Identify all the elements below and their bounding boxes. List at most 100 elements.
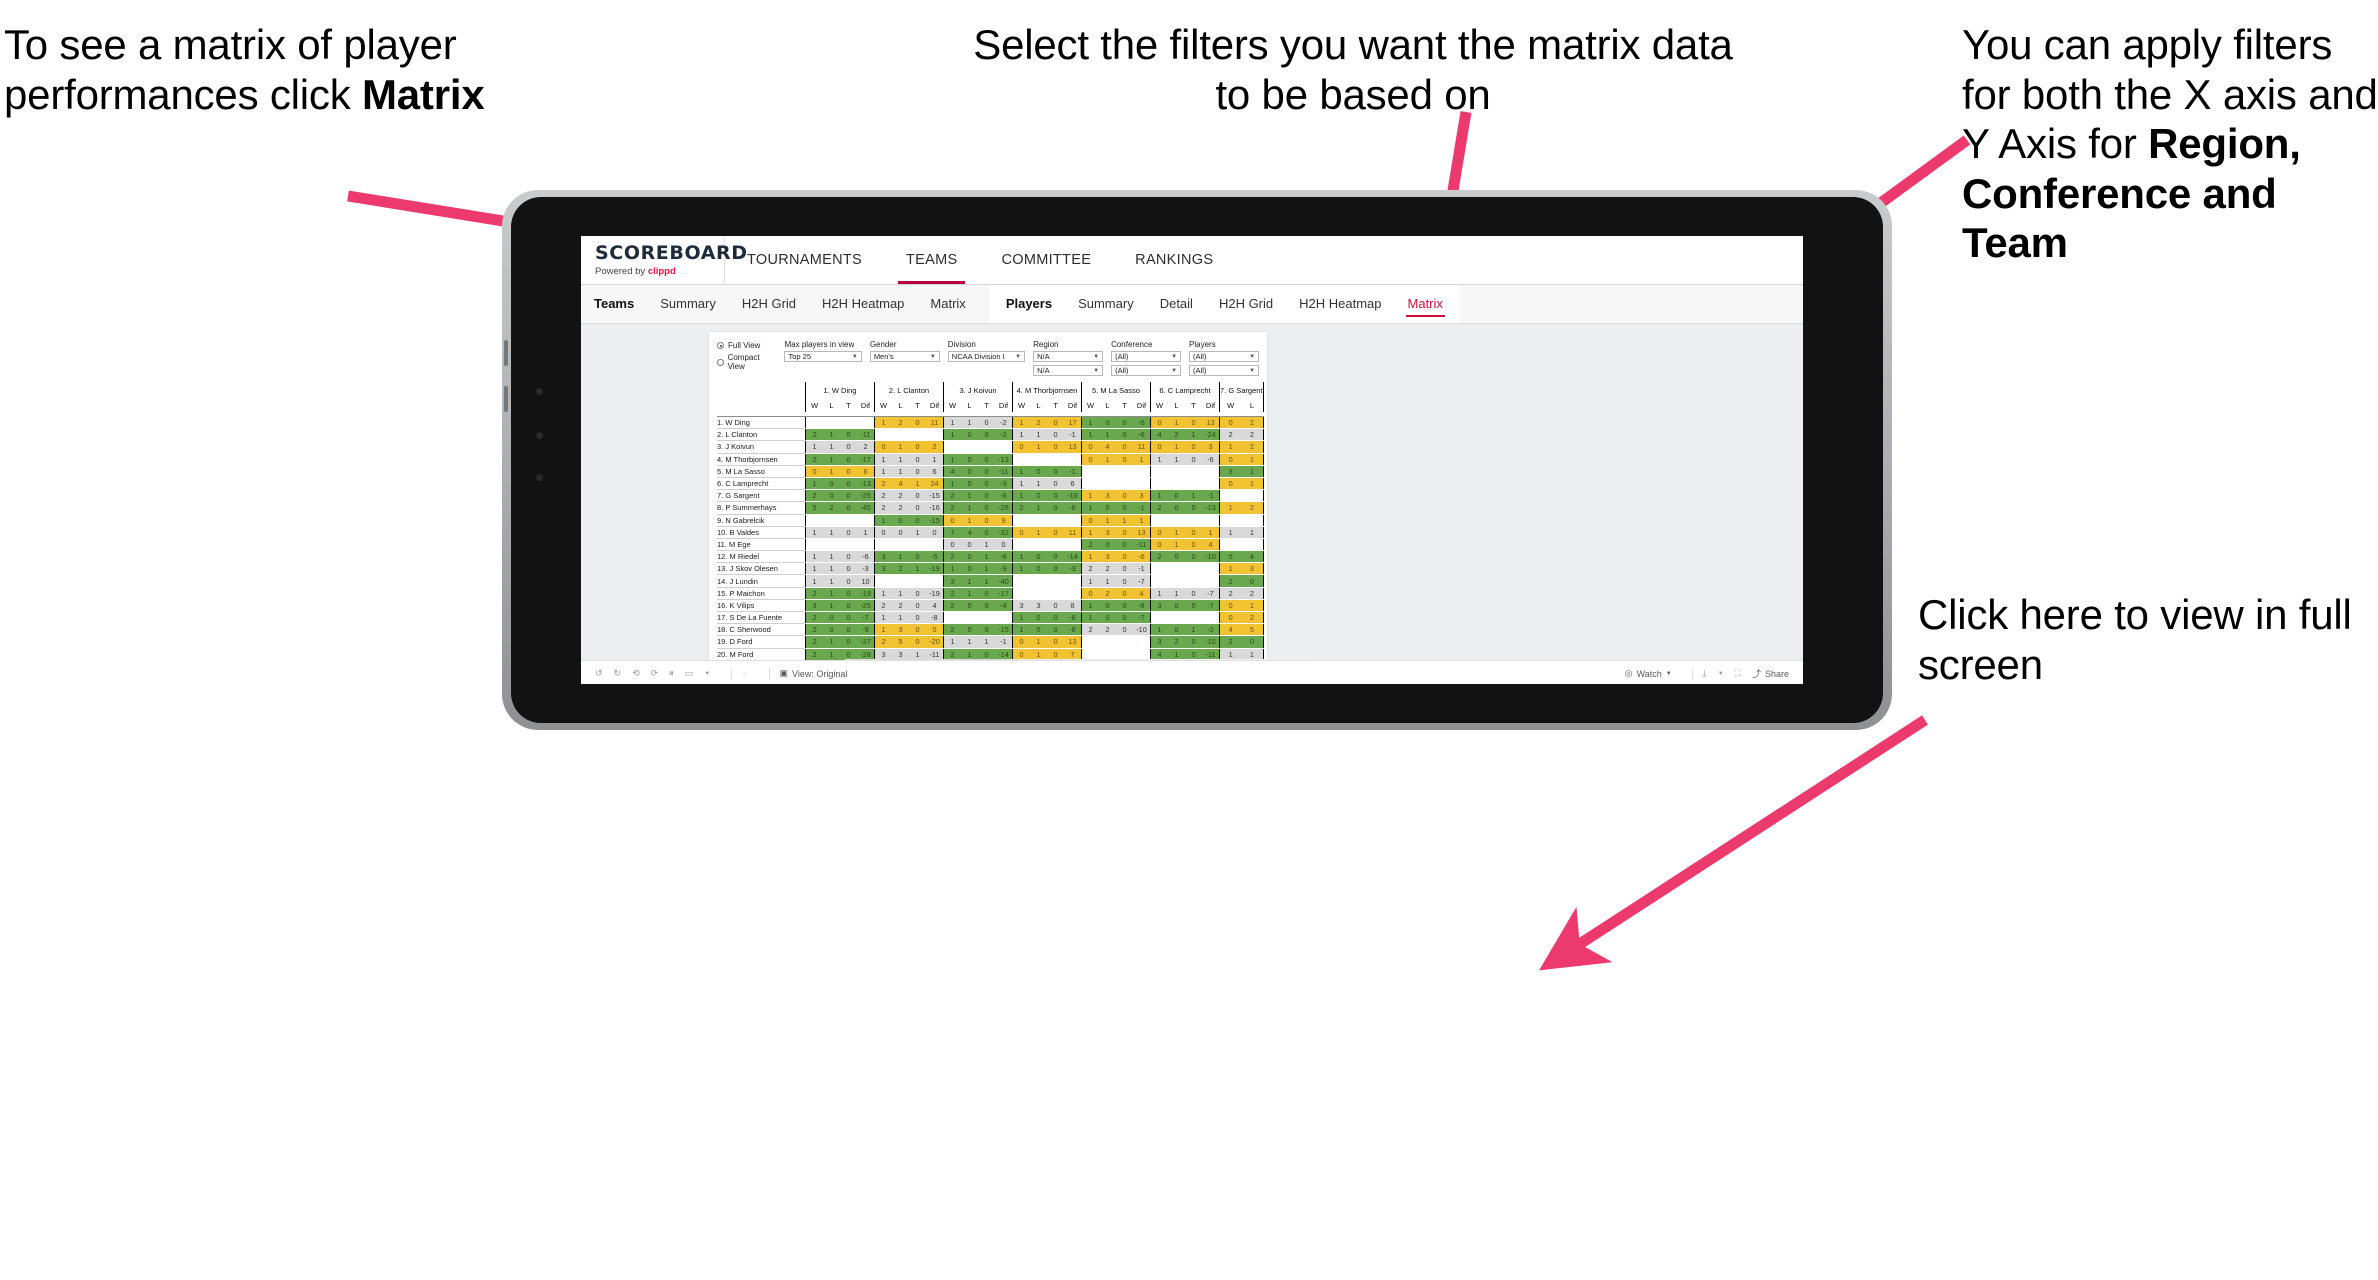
matrix-cell[interactable] [805, 538, 823, 552]
matrix-cell[interactable]: 0 [1150, 440, 1168, 454]
matrix-cell[interactable]: 0 [1185, 587, 1202, 600]
matrix-cell[interactable]: 0 [1081, 453, 1099, 466]
matrix-cell[interactable]: 2 [943, 501, 961, 515]
matrix-cell[interactable]: 1 [1030, 440, 1047, 454]
matrix-cell[interactable]: 3 [892, 623, 909, 637]
matrix-cell[interactable]: 0 [1219, 599, 1242, 613]
matrix-cell[interactable] [1219, 538, 1242, 552]
nav-tournaments[interactable]: TOURNAMENTS [725, 236, 884, 284]
matrix-cell[interactable]: 1 [1150, 587, 1168, 600]
matrix-cell[interactable]: -25 [857, 599, 875, 613]
matrix-cell[interactable]: 1 [1099, 574, 1116, 588]
matrix-cell[interactable]: -27 [857, 635, 875, 649]
matrix-cell[interactable] [1168, 477, 1185, 491]
matrix-cell[interactable]: 0 [1116, 574, 1133, 588]
matrix-cell[interactable]: 0 [823, 623, 840, 637]
matrix-cell[interactable]: 1 [1099, 514, 1116, 527]
matrix-cell[interactable] [1064, 453, 1082, 466]
matrix-cell[interactable] [1081, 477, 1099, 491]
matrix-cell[interactable]: 0 [978, 514, 995, 527]
matrix-cell[interactable]: 0 [1047, 477, 1064, 491]
matrix-cell[interactable]: 1 [1012, 465, 1030, 478]
matrix-cell[interactable] [1219, 514, 1242, 527]
matrix-cell[interactable] [840, 416, 857, 430]
matrix-cell[interactable]: 11 [1064, 526, 1082, 539]
matrix-cell[interactable]: 0 [1047, 489, 1064, 503]
matrix-cell[interactable] [1012, 587, 1030, 600]
matrix-cell[interactable]: 6 [857, 465, 875, 478]
view-original-control[interactable]: ▣ View: Original [780, 668, 848, 679]
matrix-cell[interactable]: 1 [892, 453, 909, 466]
matrix-cell[interactable]: -3 [1064, 562, 1082, 576]
matrix-cell[interactable]: 1 [857, 526, 875, 539]
matrix-cell[interactable]: 1 [1168, 538, 1185, 552]
matrix-cell[interactable] [1150, 562, 1168, 576]
matrix-cell[interactable]: -17 [995, 587, 1013, 600]
matrix-cell[interactable] [978, 611, 995, 625]
matrix-cell[interactable]: 1 [1012, 611, 1030, 625]
matrix-cell[interactable]: 0 [1185, 440, 1202, 454]
matrix-cell[interactable]: 1 [943, 428, 961, 442]
matrix-cell[interactable]: 1 [874, 611, 892, 625]
matrix-cell[interactable] [823, 514, 840, 527]
matrix-cell[interactable]: 0 [1030, 550, 1047, 564]
matrix-cell[interactable] [1202, 562, 1220, 576]
matrix-cell[interactable]: 1 [1081, 526, 1099, 539]
matrix-cell[interactable] [1030, 574, 1047, 588]
matrix-cell[interactable]: 2 [805, 453, 823, 466]
matrix-cell[interactable]: 1 [1168, 440, 1185, 454]
matrix-cell[interactable]: -3 [995, 477, 1013, 491]
matrix-cell[interactable]: 0 [840, 611, 857, 625]
redo-icon[interactable]: ↻ [614, 668, 622, 679]
table-row[interactable]: 10. B Valdes 1 1 0 1 0 0 1 0 7 4 0 -32 0 1 0 11 1 3 0 13 0 1 0 1… [717, 526, 1264, 539]
matrix-cell[interactable] [943, 440, 961, 454]
matrix-cell[interactable]: 1 [961, 416, 978, 430]
matrix-cell[interactable]: 0 [1219, 611, 1242, 625]
matrix-cell[interactable]: 2 [874, 489, 892, 503]
matrix-cell[interactable]: -6 [995, 489, 1013, 503]
matrix-cell[interactable] [1047, 574, 1064, 588]
matrix-cell[interactable] [1168, 562, 1185, 576]
matrix-cell[interactable]: 0 [1150, 538, 1168, 552]
matrix-cell[interactable]: -4 [995, 599, 1013, 613]
matrix-cell[interactable] [1150, 514, 1168, 527]
matrix-cell[interactable]: 0 [1168, 599, 1185, 613]
matrix-cell[interactable] [1133, 465, 1151, 478]
matrix-cell[interactable]: 0 [1099, 611, 1116, 625]
matrix-cell[interactable]: 1 [1012, 562, 1030, 576]
matrix-cell[interactable]: 1 [1185, 489, 1202, 503]
table-row[interactable]: 7. G Sargent 2 0 0 -25 2 2 0 -15 2 1 0 -6 1 0 0 -16 1 3 0 3 1… [717, 489, 1264, 503]
matrix-cell[interactable]: -45 [857, 501, 875, 515]
matrix-cell[interactable]: 0 [978, 501, 995, 515]
matrix-cell[interactable] [1202, 514, 1220, 527]
matrix-cell[interactable]: -16 [926, 501, 944, 515]
matrix-cell[interactable]: 1 [978, 538, 995, 552]
matrix-cell[interactable]: 2 [1219, 587, 1242, 600]
matrix-cell[interactable]: 2 [943, 550, 961, 564]
matrix-cell[interactable] [1202, 574, 1220, 588]
matrix-cell[interactable]: 0 [926, 526, 944, 539]
matrix-cell[interactable]: 2 [892, 501, 909, 515]
matrix-cell[interactable] [1202, 465, 1220, 478]
matrix-cell[interactable]: 1 [1185, 428, 1202, 442]
matrix-cell[interactable]: 1 [1012, 550, 1030, 564]
matrix-cell[interactable] [1099, 477, 1116, 491]
matrix-cell[interactable]: 2 [1241, 440, 1264, 454]
matrix-cell[interactable]: 3 [1099, 526, 1116, 539]
matrix-cell[interactable]: -15 [926, 489, 944, 503]
matrix-cell[interactable]: 2 [1168, 428, 1185, 442]
matrix-cell[interactable] [1219, 489, 1242, 503]
matrix-cell[interactable] [926, 538, 944, 552]
matrix-cell[interactable]: 13 [1064, 635, 1082, 649]
filter-players-y-select[interactable]: (All) ▼ [1189, 365, 1260, 376]
matrix-cell[interactable] [1168, 574, 1185, 588]
matrix-cell[interactable]: 7 [943, 526, 961, 539]
matrix-cell[interactable]: 0 [1030, 489, 1047, 503]
matrix-cell[interactable]: 0 [1219, 416, 1242, 430]
matrix-cell[interactable]: -6 [995, 550, 1013, 564]
matrix-cell[interactable]: 4 [1133, 587, 1151, 600]
matrix-cell[interactable]: 0 [1030, 465, 1047, 478]
matrix-cell[interactable] [1047, 453, 1064, 466]
matrix-cell[interactable] [1116, 465, 1133, 478]
matrix-cell[interactable] [857, 416, 875, 430]
